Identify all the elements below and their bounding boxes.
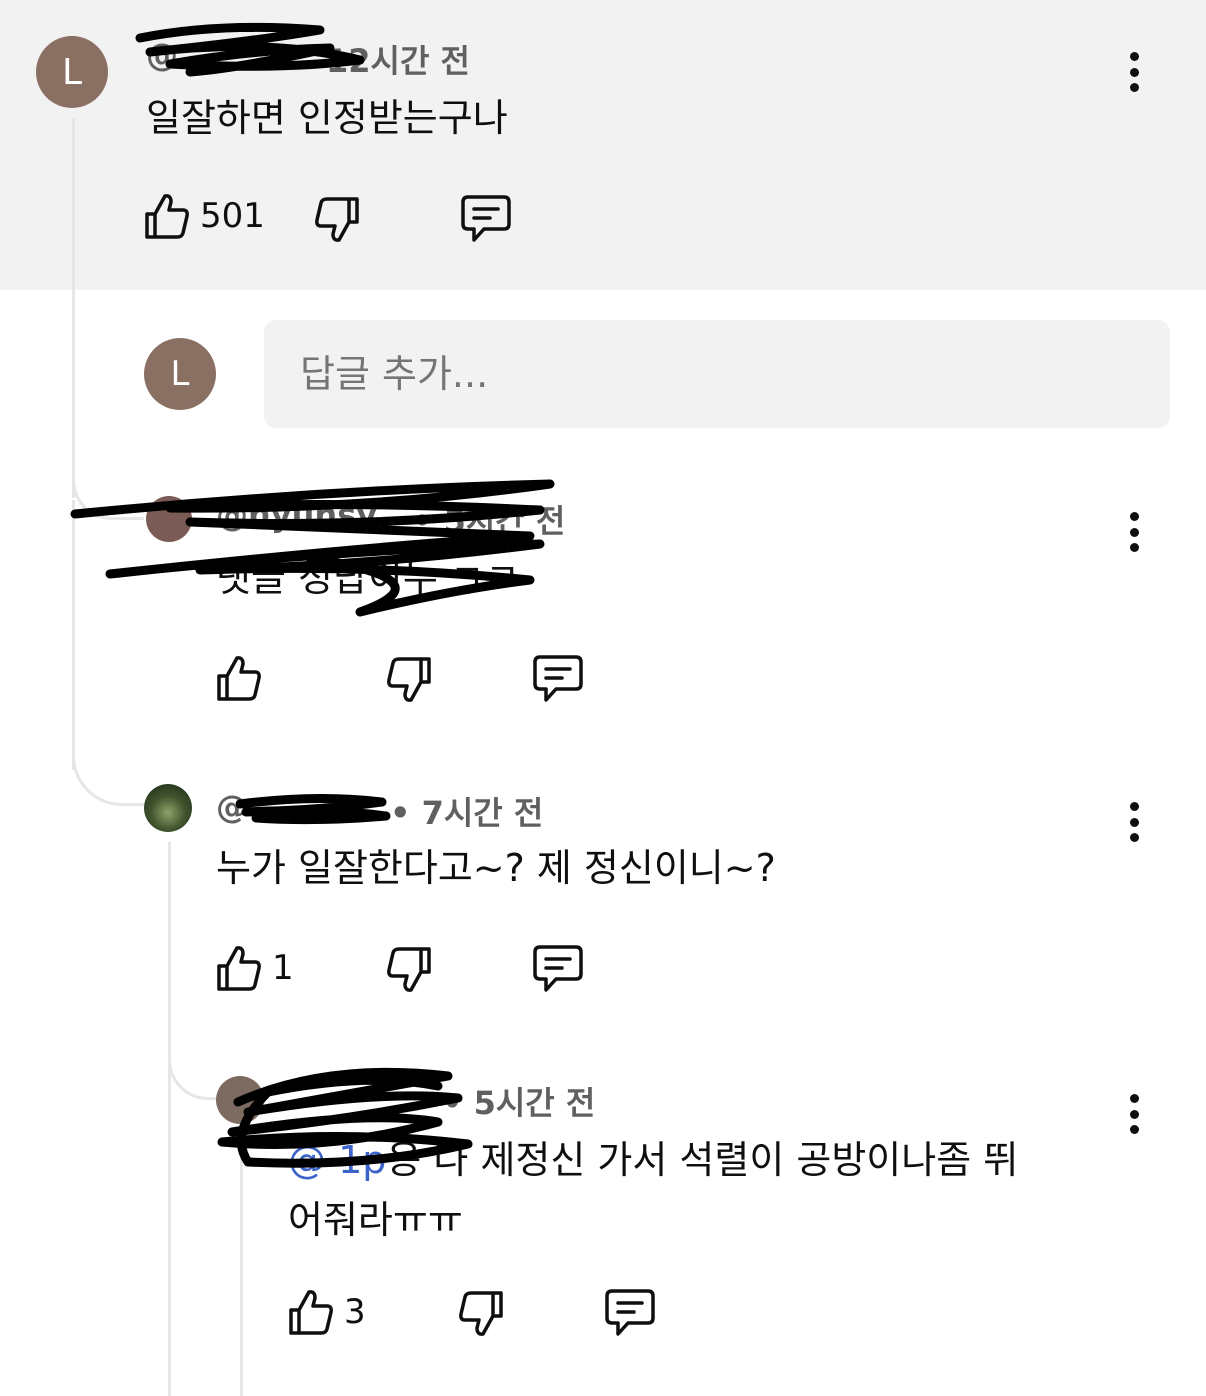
- avatar-letter: L: [61, 51, 83, 93]
- more-vertical-icon[interactable]: [1124, 52, 1144, 92]
- thread-connector-nested: [168, 1040, 216, 1100]
- comment-time: 12시간 전: [326, 42, 470, 80]
- comment-icon: [605, 1289, 655, 1336]
- reply-time: • 5시간 전: [442, 1084, 596, 1122]
- thumb-down-icon: [387, 657, 431, 702]
- like-button[interactable]: [216, 654, 262, 702]
- like-button[interactable]: 3: [288, 1288, 366, 1336]
- reply-handle[interactable]: @hyunsy: [216, 496, 377, 534]
- reply-input[interactable]: [264, 320, 1170, 428]
- avatar[interactable]: [144, 784, 192, 832]
- dislike-button[interactable]: [386, 946, 432, 994]
- thumb-up-icon: [217, 656, 261, 701]
- reply-time: • 5시간 전: [412, 502, 566, 540]
- more-vertical-icon[interactable]: [1124, 1094, 1144, 1134]
- redaction-scribble: [236, 793, 391, 825]
- dislike-button[interactable]: [458, 1290, 504, 1338]
- thumb-up-icon: [217, 946, 261, 991]
- reply-button[interactable]: [532, 654, 584, 704]
- reply-button[interactable]: [532, 944, 584, 994]
- comment-icon: [533, 655, 583, 702]
- thumb-down-icon: [387, 947, 431, 992]
- thread-line-nested: [168, 842, 171, 1396]
- like-count: 1: [272, 948, 294, 988]
- reply-text: 누가 일잘한다고~? 제 정신이니~?: [216, 846, 776, 890]
- thumb-up-icon: [289, 1290, 333, 1335]
- thumb-up-icon: [145, 194, 189, 239]
- current-user-avatar: L: [144, 338, 216, 410]
- comment-icon: [533, 945, 583, 992]
- thread-connector: [72, 470, 144, 520]
- avatar[interactable]: L: [36, 36, 108, 108]
- reply-text: @ 1p응 나 제정신 가서 석렬이 공방이나좀 뛰 어줘라ㅠㅠ: [288, 1130, 1148, 1250]
- reply-button[interactable]: [604, 1288, 656, 1338]
- reply-text-line2: 어줘라ㅠㅠ: [288, 1198, 463, 1242]
- like-count: 3: [344, 1292, 366, 1332]
- thumb-down-icon: [315, 197, 359, 242]
- mention-link[interactable]: @ 1p: [288, 1138, 386, 1182]
- avatar[interactable]: [146, 496, 192, 542]
- like-count: 501: [200, 196, 265, 236]
- like-button[interactable]: 501: [144, 192, 265, 240]
- reply-time: • 7시간 전: [390, 794, 544, 832]
- thread-line: [72, 500, 75, 770]
- avatar-letter: L: [170, 354, 190, 394]
- reply-text-line1: 응 나 제정신 가서 석렬이 공방이나좀 뛰: [386, 1138, 1019, 1182]
- thread-connector: [72, 740, 144, 806]
- reply-button[interactable]: [460, 194, 512, 244]
- dislike-button[interactable]: [314, 196, 360, 244]
- more-vertical-icon[interactable]: [1124, 512, 1144, 552]
- dislike-button[interactable]: [386, 656, 432, 704]
- comment-text: 일잘하면 인정받는구나: [146, 96, 508, 140]
- thumb-down-icon: [459, 1291, 503, 1336]
- reply-handle[interactable]: @: [216, 788, 248, 826]
- avatar[interactable]: [216, 1076, 264, 1124]
- comment-icon: [461, 195, 511, 242]
- thread-line-nested-2: [240, 1138, 243, 1396]
- thread-line: [72, 118, 75, 498]
- reply-text: 댓글 정답이누 ㄱㅋ: [216, 556, 520, 600]
- like-button[interactable]: 1: [216, 944, 294, 992]
- comment-handle[interactable]: @: [146, 36, 178, 74]
- more-vertical-icon[interactable]: [1124, 802, 1144, 842]
